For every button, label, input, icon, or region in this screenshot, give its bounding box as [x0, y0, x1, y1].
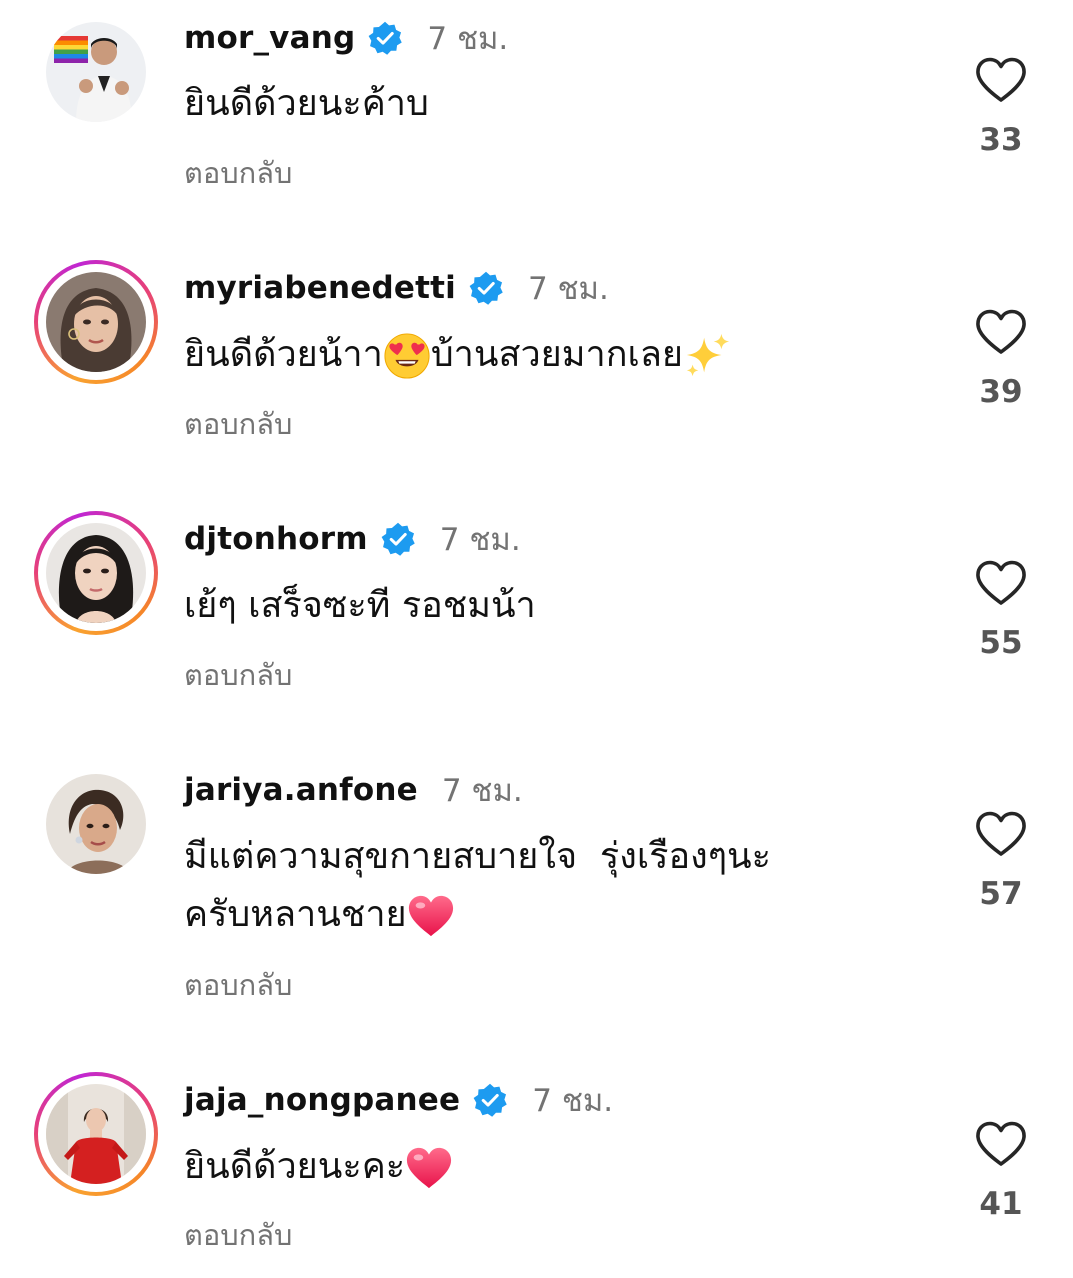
comment-text-body: ยินดีด้วยนะค้าบ — [184, 83, 429, 124]
comment-username[interactable]: myriabenedetti — [184, 270, 456, 306]
heart-eyes-emoji-icon — [383, 332, 431, 380]
comment-text: ยินดีด้วยนะคะ — [184, 1141, 453, 1193]
comment-text: มีแต่ความสุขกายสบายใจ รุ่งเรืองๆนะ ครับห… — [184, 831, 771, 941]
comment-timestamp: 7 ชม. — [427, 21, 509, 57]
woman-portrait-avatar-icon — [46, 272, 146, 372]
like-count: 41 — [979, 1186, 1023, 1222]
like-control: 41 — [970, 1120, 1032, 1222]
woman-red-dress-avatar-icon — [46, 1084, 146, 1184]
like-count: 39 — [979, 374, 1023, 410]
comment-text: ยินดีด้วยน้าา บ้านสวยมากเลย — [184, 329, 731, 381]
like-count: 55 — [979, 625, 1023, 661]
like-count: 57 — [979, 876, 1023, 912]
avatar[interactable] — [34, 10, 158, 134]
like-control: 33 — [970, 56, 1032, 158]
comment-timestamp: 7 ชม. — [439, 522, 521, 558]
like-control: 57 — [970, 810, 1032, 912]
comment-timestamp: 7 ชม. — [532, 1083, 614, 1119]
verified-badge-icon — [468, 270, 504, 306]
comment-username[interactable]: mor_vang — [184, 20, 355, 56]
comment-text-line2: ครับหลานชาย — [184, 894, 407, 935]
heart-outline-icon[interactable] — [975, 810, 1027, 858]
heart-outline-icon[interactable] — [975, 56, 1027, 104]
woman-portrait-avatar-icon — [46, 523, 146, 623]
comment-text-line1: มีแต่ความสุขกายสบายใจ รุ่งเรืองๆนะ — [184, 836, 771, 877]
comment-timestamp: 7 ชม. — [441, 773, 523, 809]
comment-username[interactable]: jaja_nongpanee — [184, 1082, 460, 1118]
comment-text-body: ยินดีด้วยนะคะ — [184, 1146, 406, 1187]
comment-text-line2-wrap: ครับหลานชาย — [184, 889, 771, 941]
like-count: 33 — [979, 122, 1023, 158]
verified-badge-icon — [380, 521, 416, 557]
reply-button[interactable]: ตอบกลับ — [184, 150, 292, 196]
reply-button[interactable]: ตอบกลับ — [184, 401, 292, 447]
heart-outline-icon[interactable] — [975, 1120, 1027, 1168]
verified-badge-icon — [472, 1082, 508, 1118]
avatar[interactable] — [34, 762, 158, 886]
reply-button[interactable]: ตอบกลับ — [184, 962, 292, 1008]
avatar[interactable] — [34, 1072, 158, 1196]
comment-username[interactable]: jariya.anfone — [184, 772, 418, 808]
comment-text-body: ยินดีด้วยน้าา — [184, 334, 383, 375]
like-control: 39 — [970, 308, 1032, 410]
sparkles-emoji-icon — [683, 332, 731, 380]
like-control: 55 — [970, 559, 1032, 661]
avatar[interactable] — [34, 260, 158, 384]
avatar[interactable] — [34, 511, 158, 635]
comment-text: เย้ๆ เสร็จซะที รอชมน้า — [184, 580, 536, 632]
comment-text-tail: บ้านสวยมากเลย — [430, 334, 683, 375]
reply-button[interactable]: ตอบกลับ — [184, 652, 292, 698]
heart-outline-icon[interactable] — [975, 559, 1027, 607]
comment-text: ยินดีด้วยนะค้าบ — [184, 78, 429, 130]
reply-button[interactable]: ตอบกลับ — [184, 1212, 292, 1258]
comment-timestamp: 7 ชม. — [527, 271, 609, 307]
red-heart-emoji-icon — [407, 893, 455, 939]
comment-text-body: เย้ๆ เสร็จซะที รอชมน้า — [184, 585, 536, 626]
verified-badge-icon — [367, 20, 403, 56]
rainbow-flag-person-avatar-icon — [46, 22, 146, 122]
comment-username[interactable]: djtonhorm — [184, 521, 368, 557]
woman-portrait-avatar-icon — [46, 774, 146, 874]
red-heart-emoji-icon — [405, 1145, 453, 1191]
heart-outline-icon[interactable] — [975, 308, 1027, 356]
